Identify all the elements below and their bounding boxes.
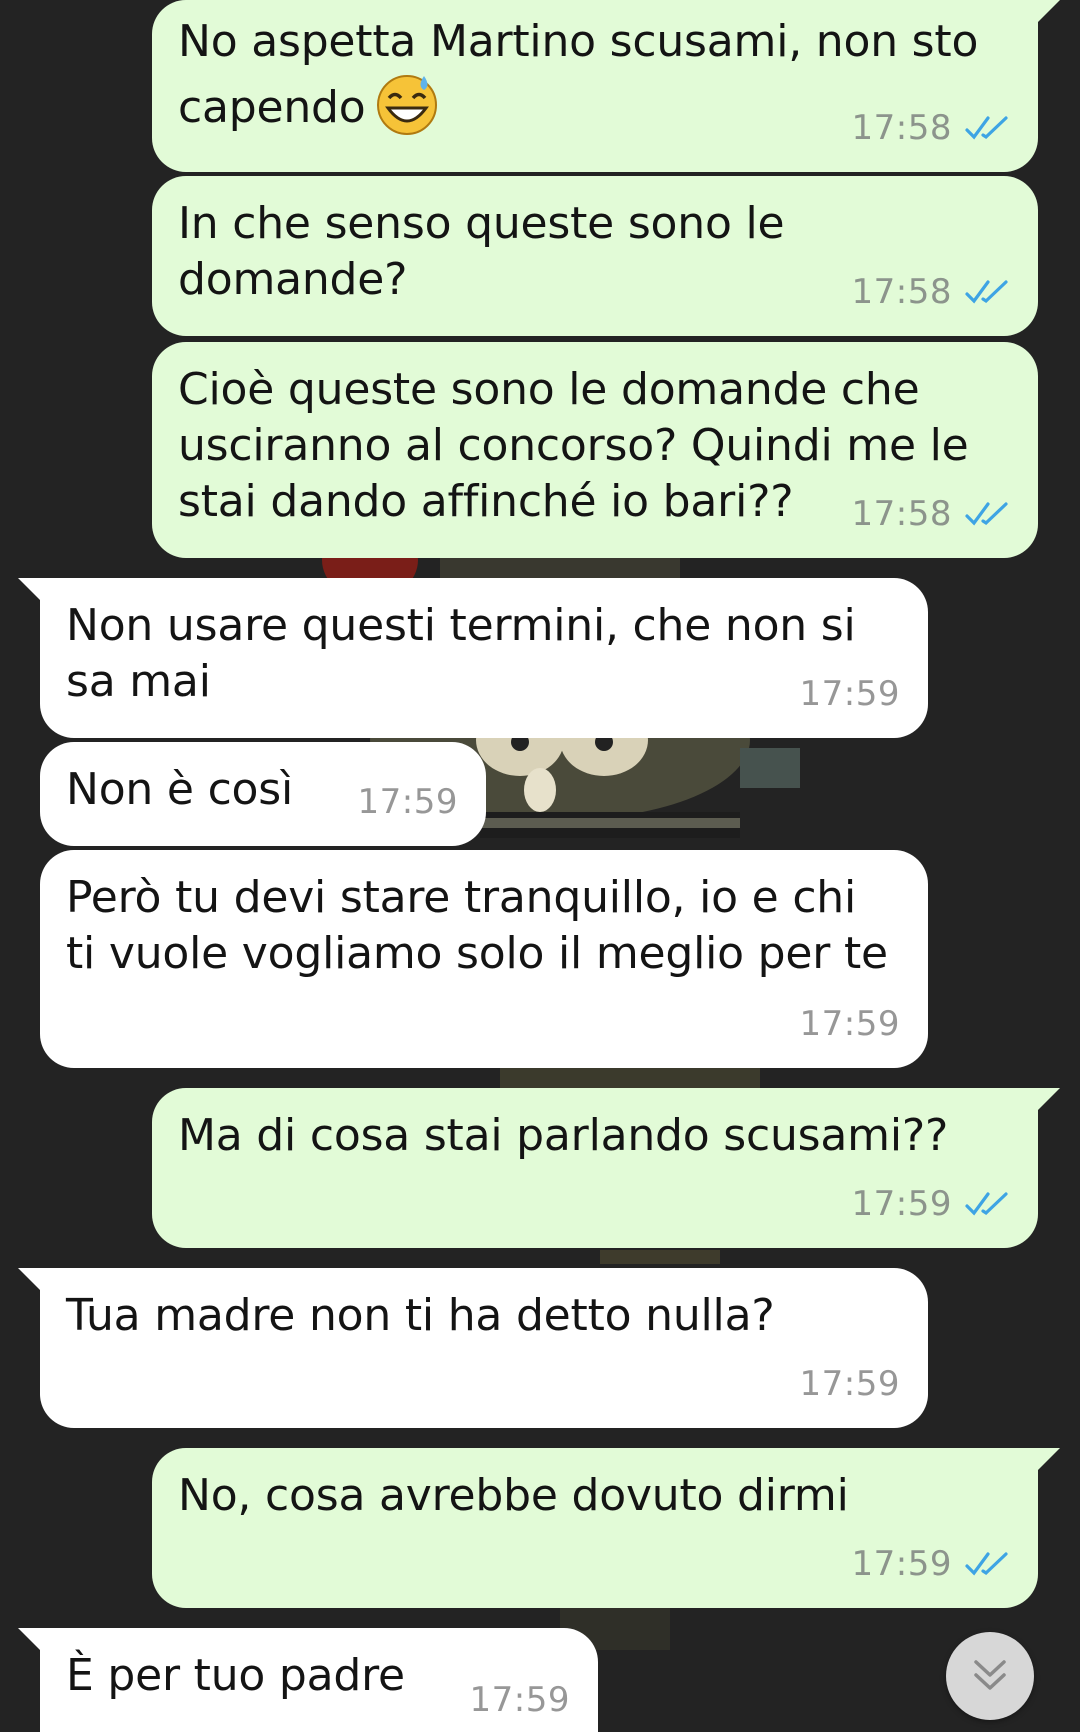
incoming-message[interactable]: Non usare questi termini, che non si sa …: [18, 578, 928, 738]
outgoing-message[interactable]: No aspetta Martino scusami, non sto cape…: [152, 0, 1060, 172]
message-meta: 17:58: [852, 486, 1010, 542]
message-meta: 17:59: [800, 996, 900, 1052]
message-meta: 17:59: [470, 1672, 570, 1728]
message-time: 17:58: [851, 272, 952, 312]
message-meta: 17:58: [852, 264, 1010, 320]
message-list[interactable]: No aspetta Martino scusami, non sto cape…: [0, 0, 1080, 1732]
message-time: 17:59: [799, 1004, 900, 1044]
message-time: 17:59: [851, 1184, 952, 1224]
incoming-message[interactable]: Non è così 17:59: [40, 742, 486, 846]
message-time: 17:59: [357, 782, 458, 822]
message-text: Ma di cosa stai parlando scusami??: [178, 1110, 949, 1161]
message-meta: 17:59: [800, 1356, 900, 1412]
message-meta: 17:59: [852, 1536, 1010, 1592]
double-check-icon: [965, 116, 1008, 140]
incoming-message[interactable]: È per tuo padre 17:59: [18, 1628, 598, 1732]
message-text: No, cosa avrebbe dovuto dirmi: [178, 1470, 849, 1521]
message-time: 17:59: [469, 1680, 570, 1720]
outgoing-message[interactable]: Ma di cosa stai parlando scusami?? 17:59: [152, 1088, 1060, 1248]
outgoing-message[interactable]: Cioè queste sono le domande che uscirann…: [152, 342, 1038, 558]
double-chevron-down-icon: [974, 1660, 1006, 1690]
message-text: Non usare questi termini, che non si sa …: [66, 600, 856, 707]
outgoing-message[interactable]: No, cosa avrebbe dovuto dirmi 17:59: [152, 1448, 1060, 1608]
double-check-icon: [965, 1552, 1008, 1576]
message-meta: 17:59: [852, 1176, 1010, 1232]
outgoing-message[interactable]: In che senso queste sono le domande? 17:…: [152, 176, 1038, 336]
sweat-smile-emoji: [374, 70, 440, 136]
incoming-message[interactable]: Però tu devi stare tranquillo, io e chi …: [40, 850, 928, 1068]
message-text: Però tu devi stare tranquillo, io e chi …: [66, 872, 888, 979]
message-time: 17:59: [799, 674, 900, 714]
message-meta: 17:59: [358, 774, 458, 830]
message-time: 17:59: [799, 1364, 900, 1404]
incoming-message[interactable]: Tua madre non ti ha detto nulla? 17:59: [18, 1268, 928, 1428]
double-check-icon: [965, 1192, 1008, 1216]
message-time: 17:58: [851, 494, 952, 534]
message-time: 17:58: [851, 108, 952, 148]
message-meta: 17:58: [852, 100, 1010, 156]
message-text: Tua madre non ti ha detto nulla?: [66, 1290, 775, 1341]
message-time: 17:59: [851, 1544, 952, 1584]
double-check-icon: [965, 280, 1008, 304]
scroll-to-bottom-button[interactable]: [946, 1632, 1034, 1720]
double-check-icon: [965, 502, 1008, 526]
message-meta: 17:59: [800, 666, 900, 722]
